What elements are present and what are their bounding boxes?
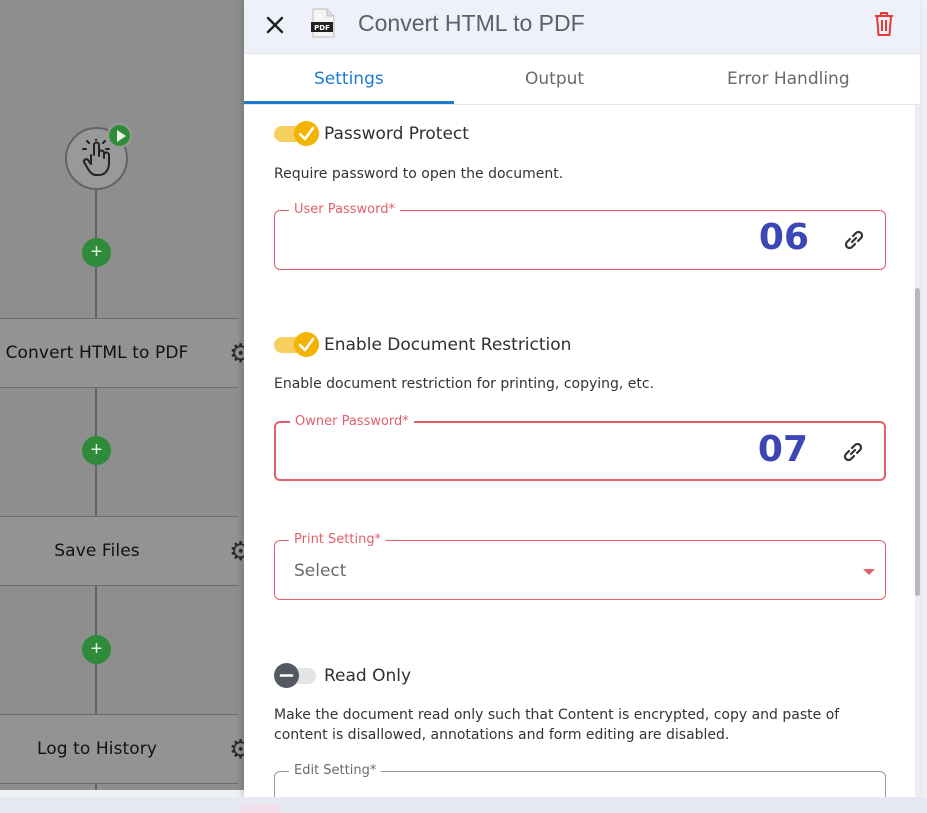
- node-label: Log to History: [36, 739, 158, 759]
- print-setting-value: Select: [294, 561, 347, 581]
- owner-password-field[interactable]: Owner Password* 07: [274, 414, 886, 481]
- workflow-node-save-files[interactable]: Save Files ⚙: [0, 516, 244, 586]
- read-only-toggle[interactable]: [274, 663, 319, 688]
- print-setting-select[interactable]: Print Setting* Select: [274, 532, 886, 600]
- check-icon: [298, 337, 315, 352]
- add-step-button[interactable]: +: [82, 238, 111, 267]
- tab-bar: Settings Output Error Handling: [244, 55, 920, 105]
- toggle-knob: [294, 332, 319, 357]
- taskbar-highlight: [240, 805, 280, 813]
- tab-output[interactable]: Output: [525, 69, 584, 89]
- workflow-canvas: + + + Convert HTML to PDF ⚙ Save Files ⚙…: [0, 0, 244, 790]
- toggle-knob: [294, 121, 319, 146]
- document-restriction-label: Enable Document Restriction: [324, 335, 572, 355]
- edit-setting-label: Edit Setting*: [289, 763, 382, 778]
- node-label: Convert HTML to PDF: [5, 343, 189, 363]
- trash-icon[interactable]: [872, 10, 896, 37]
- panel-title: Convert HTML to PDF: [358, 10, 585, 36]
- user-password-value: 06: [758, 217, 809, 258]
- owner-password-value: 07: [757, 429, 808, 470]
- pdf-badge-text: PDF: [314, 24, 330, 32]
- user-password-label: User Password*: [289, 202, 400, 217]
- gear-icon[interactable]: ⚙: [229, 340, 244, 366]
- link-icon[interactable]: [841, 227, 867, 253]
- read-only-label: Read Only: [324, 666, 412, 686]
- minus-icon: [279, 674, 294, 677]
- user-password-field[interactable]: User Password* 06: [274, 202, 886, 270]
- check-icon: [298, 126, 315, 141]
- add-step-button[interactable]: +: [82, 635, 111, 664]
- scrollbar-thumb[interactable]: [915, 288, 920, 596]
- chevron-down-icon[interactable]: [863, 569, 875, 575]
- active-tab-indicator: [244, 101, 454, 104]
- print-setting-label: Print Setting*: [289, 532, 387, 547]
- gear-icon[interactable]: ⚙: [229, 736, 244, 762]
- step-settings-panel: PDF Convert HTML to PDF Settings Output …: [244, 0, 920, 797]
- node-label: Save Files: [54, 541, 140, 561]
- password-protect-label: Password Protect: [324, 124, 469, 144]
- tab-error-handling[interactable]: Error Handling: [727, 69, 850, 89]
- owner-password-label: Owner Password*: [290, 414, 414, 429]
- password-protect-toggle[interactable]: [274, 121, 319, 146]
- workflow-node-log-history[interactable]: Log to History ⚙: [0, 714, 244, 784]
- link-icon[interactable]: [840, 439, 866, 465]
- pointer-hand-icon: [82, 139, 110, 176]
- password-protect-description: Require password to open the document.: [274, 166, 564, 182]
- document-restriction-description: Enable document restriction for printing…: [274, 376, 655, 392]
- window-bottom-strip: [0, 797, 927, 813]
- read-only-description: Make the document read only such that Co…: [274, 707, 840, 743]
- workflow-node-convert[interactable]: Convert HTML to PDF ⚙: [0, 318, 244, 388]
- connector-line: [95, 784, 97, 790]
- gear-icon[interactable]: ⚙: [229, 538, 244, 564]
- edit-setting-select[interactable]: Edit Setting*: [274, 763, 886, 797]
- toggle-knob: [274, 663, 299, 688]
- panel-header: PDF Convert HTML to PDF: [244, 0, 920, 54]
- play-icon[interactable]: [107, 123, 132, 148]
- document-restriction-toggle[interactable]: [274, 332, 319, 357]
- add-step-button[interactable]: +: [82, 436, 111, 465]
- tab-settings[interactable]: Settings: [314, 69, 384, 89]
- close-icon[interactable]: [262, 12, 288, 38]
- pdf-file-icon: PDF: [311, 8, 335, 38]
